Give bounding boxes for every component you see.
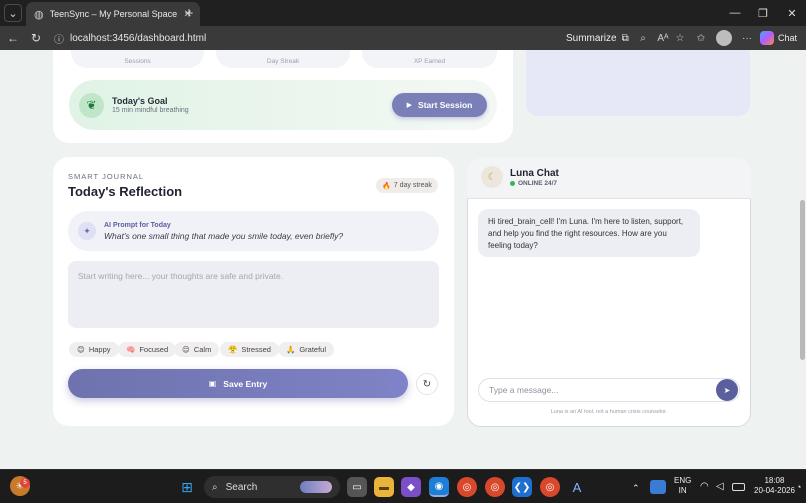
- start-session-button[interactable]: ▶ Start Session: [392, 93, 487, 117]
- search-highlight-image: [300, 481, 332, 493]
- chat-message-input[interactable]: Type a message...: [478, 378, 740, 402]
- more-options-icon[interactable]: ···: [739, 29, 755, 47]
- leaf-icon: ❦: [79, 92, 104, 118]
- copilot-chat-button[interactable]: Chat: [760, 29, 797, 47]
- task-view-icon[interactable]: ▭: [347, 477, 367, 497]
- journal-entry-textarea[interactable]: Start writing here... your thoughts are …: [68, 261, 439, 328]
- refresh-prompt-icon[interactable]: ↻: [416, 373, 438, 395]
- battery-icon[interactable]: [732, 483, 745, 491]
- copilot-app-icon[interactable]: ◆: [401, 477, 421, 497]
- new-tab-button[interactable]: +: [180, 4, 198, 22]
- happy-face-icon: 😊: [77, 345, 85, 354]
- goal-subtitle: 15 min mindful breathing: [112, 107, 189, 114]
- favorite-star-icon[interactable]: ☆: [672, 29, 688, 47]
- copilot-icon: [760, 31, 774, 45]
- online-status: ONLINE 24/7: [510, 180, 557, 187]
- volume-icon[interactable]: ◁: [716, 482, 724, 492]
- summarize-button[interactable]: Summarize ⧉: [566, 29, 629, 47]
- taskbar-search[interactable]: ⌕ Search: [204, 476, 340, 498]
- url-text: localhost:3456/dashboard.html: [70, 32, 207, 44]
- calm-face-icon: 😌: [182, 345, 190, 354]
- restore-button[interactable]: ❐: [751, 4, 775, 22]
- journal-title: Today's Reflection: [68, 184, 183, 199]
- file-explorer-icon[interactable]: ▬: [374, 477, 394, 497]
- notification-badge: 5: [20, 478, 30, 488]
- ai-prompt-text: What's one small thing that made you smi…: [104, 230, 344, 241]
- language-indicator[interactable]: ENG IN: [674, 476, 691, 496]
- stressed-face-icon: 😤: [228, 345, 238, 354]
- vscode-icon[interactable]: ❮❯: [512, 477, 532, 497]
- brain-icon: 🧠: [126, 345, 136, 354]
- globe-icon: ◍: [34, 8, 44, 21]
- scrollbar-thumb[interactable]: [800, 200, 805, 360]
- app-a-icon[interactable]: A: [567, 477, 587, 497]
- mood-chip-focused[interactable]: 🧠 Focused: [118, 342, 177, 357]
- online-dot-icon: [510, 181, 515, 186]
- notification-bell-icon[interactable]: ◔: [796, 482, 801, 492]
- grateful-icon: 🙏: [286, 345, 296, 354]
- read-aloud-icon[interactable]: Aᴬ: [655, 29, 671, 47]
- summarize-icon: ⧉: [621, 32, 629, 44]
- moon-avatar-icon: ☾: [481, 166, 503, 188]
- profile-avatar[interactable]: [716, 30, 732, 46]
- address-field[interactable]: ⓘ localhost:3456/dashboard.html: [54, 28, 206, 48]
- tab-actions-menu-button[interactable]: ⌄: [4, 4, 22, 22]
- sparkle-icon: ✦: [78, 222, 96, 240]
- back-arrow-icon[interactable]: ←: [4, 29, 22, 47]
- mood-chip-happy[interactable]: 😊 Happy: [69, 342, 119, 357]
- info-icon[interactable]: ⓘ: [54, 31, 64, 46]
- edge-browser-icon[interactable]: ◉: [429, 477, 449, 497]
- favorites-icon[interactable]: ✩: [693, 29, 709, 47]
- stat-day-streak: Day Streak: [216, 50, 350, 68]
- search-icon: ⌕: [212, 481, 218, 493]
- ai-prompt-label: AI Prompt for Today: [104, 221, 171, 229]
- tray-overflow-icon[interactable]: ⌃: [632, 483, 640, 493]
- journal-eyebrow: SMART JOURNAL: [68, 172, 145, 181]
- ai-prompt-box: ✦ AI Prompt for Today What's one small t…: [68, 211, 439, 251]
- goal-title: Today's Goal: [112, 96, 168, 106]
- mood-chip-stressed[interactable]: 😤 Stressed: [220, 342, 279, 357]
- wifi-icon[interactable]: ◠: [700, 482, 709, 492]
- fire-icon: 🔥: [382, 182, 391, 190]
- chat-title: Luna Chat: [510, 168, 559, 179]
- zoom-icon[interactable]: ⌕: [635, 29, 651, 47]
- luna-message-bubble: Hi tired_brain_cell! I'm Luna. I'm here …: [478, 209, 700, 257]
- side-panel: [526, 50, 750, 116]
- save-disk-icon: ▣: [208, 379, 217, 388]
- chrome-profile-icon[interactable]: ◎: [485, 477, 505, 497]
- streak-badge: 🔥 7 day streak: [376, 178, 438, 193]
- tray-app-icon[interactable]: [650, 480, 666, 494]
- play-icon: ▶: [406, 102, 413, 109]
- minimize-button[interactable]: —: [723, 4, 747, 22]
- chrome-app-icon[interactable]: ◎: [540, 477, 560, 497]
- save-entry-button[interactable]: ▣ Save Entry: [68, 369, 408, 398]
- mood-chip-calm[interactable]: 😌 Calm: [174, 342, 220, 357]
- stat-xp-earned: XP Earned: [362, 50, 497, 68]
- browser-tab-active[interactable]: ◍ TeenSync – My Personal Space ✕: [26, 2, 200, 26]
- clock[interactable]: 18:08 20-04-2026: [754, 476, 795, 496]
- close-window-button[interactable]: ✕: [780, 4, 804, 22]
- stat-sessions: Sessions: [71, 50, 204, 68]
- send-icon[interactable]: ➤: [716, 379, 738, 401]
- mood-chip-grateful[interactable]: 🙏 Grateful: [278, 342, 335, 357]
- chrome-icon[interactable]: ◎: [457, 477, 477, 497]
- reload-icon[interactable]: ↻: [27, 29, 45, 47]
- tab-title: TeenSync – My Personal Space: [49, 9, 178, 19]
- windows-start-icon[interactable]: ⊞: [177, 477, 197, 497]
- chat-disclaimer: Luna is an AI tool, not a human crisis c…: [550, 409, 668, 415]
